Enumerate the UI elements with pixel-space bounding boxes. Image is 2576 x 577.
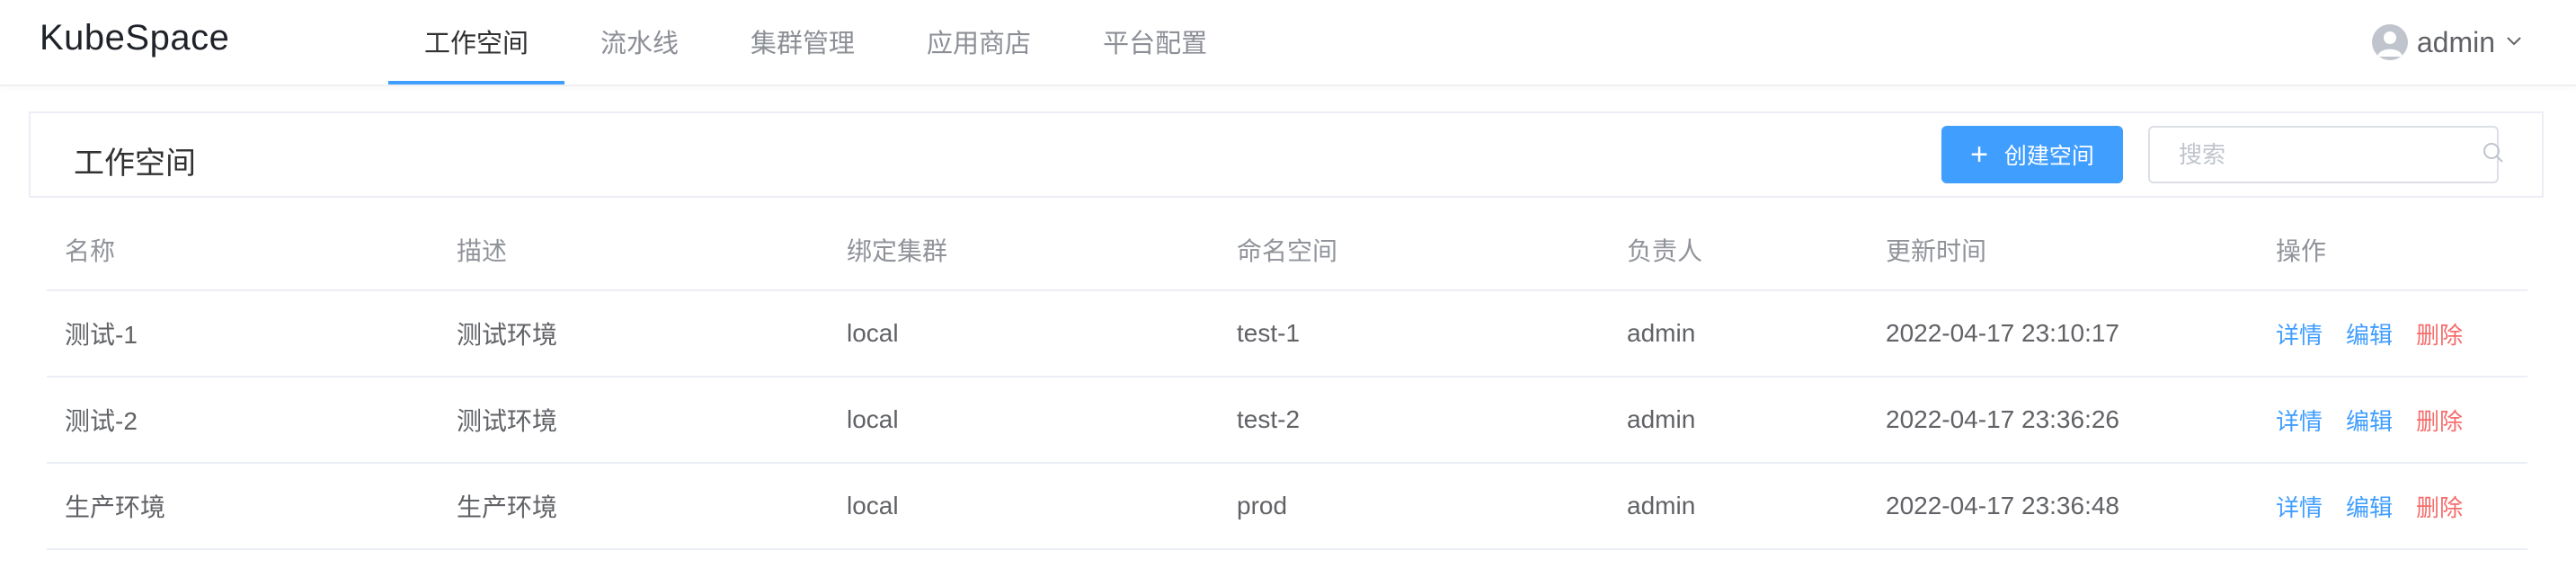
cell-owner: admin [1627, 492, 1696, 519]
cell-description: 测试环境 [457, 407, 558, 435]
plus-icon: + [1970, 138, 1988, 172]
detail-link[interactable]: 详情 [2276, 404, 2323, 437]
column-header-owner: 负责人 [1627, 237, 1703, 265]
detail-link[interactable]: 详情 [2276, 317, 2323, 351]
user-avatar-icon [2371, 24, 2408, 60]
table-header: 名称 描述 绑定集群 命名空间 负责人 更新时间 操作 [47, 210, 2527, 291]
column-header-actions: 操作 [2276, 237, 2327, 265]
app-logo[interactable]: KubeSpace [40, 18, 229, 58]
cell-description: 生产环境 [457, 493, 558, 521]
page-header-card: 工作空间 + 创建空间 [29, 111, 2544, 198]
nav-item-pipeline[interactable]: 流水线 [564, 0, 715, 84]
top-navigation-bar: KubeSpace 工作空间 流水线 集群管理 应用商店 平台配置 admin [0, 0, 2576, 86]
detail-link[interactable]: 详情 [2276, 490, 2323, 523]
delete-link[interactable]: 删除 [2416, 317, 2463, 351]
cell-updated: 2022-04-17 23:10:17 [1886, 319, 2119, 347]
cell-namespace: prod [1237, 492, 1288, 519]
create-workspace-label: 创建空间 [2003, 144, 2094, 169]
table-row: 测试-2 测试环境 local test-2 admin 2022-04-17 … [47, 377, 2527, 464]
cell-cluster: local [847, 492, 899, 519]
page-title: 工作空间 [74, 146, 196, 181]
cell-namespace: test-1 [1237, 319, 1301, 347]
cell-cluster: local [847, 405, 899, 433]
cell-updated: 2022-04-17 23:36:26 [1886, 405, 2119, 433]
cell-actions: 详情 编辑 删除 [2276, 464, 2486, 548]
delete-link[interactable]: 删除 [2416, 490, 2463, 523]
search-box[interactable] [2148, 126, 2503, 183]
delete-link[interactable]: 删除 [2416, 404, 2463, 437]
user-name: admin [2416, 25, 2495, 58]
column-header-updated: 更新时间 [1886, 237, 1987, 265]
column-header-name: 名称 [65, 237, 116, 265]
cell-owner: admin [1627, 405, 1696, 433]
cell-cluster: local [847, 319, 899, 347]
cell-name: 生产环境 [65, 493, 166, 521]
create-workspace-button[interactable]: + 创建空间 [1941, 126, 2123, 183]
main-nav: 工作空间 流水线 集群管理 应用商店 平台配置 [388, 0, 1243, 84]
cell-name: 测试-2 [65, 407, 138, 435]
cell-actions: 详情 编辑 删除 [2276, 377, 2486, 462]
cell-actions: 详情 编辑 删除 [2276, 291, 2486, 376]
search-icon[interactable] [2482, 141, 2505, 169]
chevron-down-icon [2506, 34, 2522, 50]
nav-item-platform-config[interactable]: 平台配置 [1067, 0, 1243, 84]
cell-updated: 2022-04-17 23:36:48 [1886, 492, 2119, 519]
cell-name: 测试-1 [65, 321, 138, 349]
edit-link[interactable]: 编辑 [2346, 490, 2393, 523]
nav-item-cluster-management[interactable]: 集群管理 [715, 0, 891, 84]
cell-namespace: test-2 [1237, 405, 1301, 433]
edit-link[interactable]: 编辑 [2346, 317, 2393, 351]
table-row: 生产环境 生产环境 local prod admin 2022-04-17 23… [47, 464, 2527, 550]
table-row: 测试-1 测试环境 local test-1 admin 2022-04-17 … [47, 291, 2527, 377]
cell-description: 测试环境 [457, 321, 558, 349]
cell-owner: admin [1627, 319, 1696, 347]
search-input[interactable] [2177, 139, 2482, 170]
workspace-table: 名称 描述 绑定集群 命名空间 负责人 更新时间 操作 测试-1 测试环境 lo… [47, 210, 2527, 550]
column-header-namespace: 命名空间 [1237, 237, 1338, 265]
column-header-cluster: 绑定集群 [847, 237, 948, 265]
edit-link[interactable]: 编辑 [2346, 404, 2393, 437]
nav-item-app-store[interactable]: 应用商店 [891, 0, 1067, 84]
column-header-description: 描述 [457, 237, 508, 265]
user-menu[interactable]: admin [2371, 22, 2522, 63]
nav-item-workspace[interactable]: 工作空间 [388, 0, 565, 84]
